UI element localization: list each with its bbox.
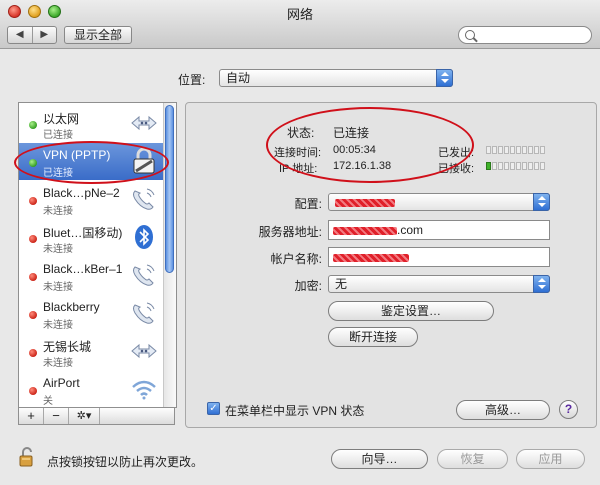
window-titlebar: 网络 ◀ ▶ 显示全部 xyxy=(0,0,600,49)
select-arrows-icon xyxy=(436,69,453,87)
config-label: 配置: xyxy=(294,197,322,211)
authentication-settings-button[interactable]: 鉴定设置… xyxy=(328,301,494,321)
phone-modem-icon xyxy=(129,299,159,327)
service-item[interactable]: AirPort 关 xyxy=(19,371,163,407)
account-name-label: 帐户名称: xyxy=(270,252,322,266)
select-arrows-icon xyxy=(533,275,550,293)
encryption-value: 无 xyxy=(335,277,348,291)
apply-button[interactable]: 应用 xyxy=(516,449,585,469)
service-name: Bluet…国移动) xyxy=(43,226,123,240)
service-status: 未连接 xyxy=(43,320,73,331)
server-address-field[interactable]: .com xyxy=(328,220,550,240)
encryption-label: 加密: xyxy=(294,279,322,293)
scrollbar-thumb[interactable] xyxy=(165,105,174,273)
service-item[interactable]: 无锡长城 未连接 xyxy=(19,333,163,370)
search-icon xyxy=(465,30,475,40)
server-address-label: 服务器地址: xyxy=(258,225,322,239)
add-service-button[interactable]: + xyxy=(19,408,44,424)
forward-button[interactable]: ▶ xyxy=(33,27,57,43)
redacted-account-text xyxy=(333,253,409,262)
status-dot-icon xyxy=(29,311,37,319)
service-item[interactable]: Bluet…国移动) 未连接 xyxy=(19,219,163,256)
status-dot-icon xyxy=(29,197,37,205)
received-meter xyxy=(486,162,546,170)
server-address-suffix: .com xyxy=(397,223,424,237)
advanced-button[interactable]: 高级… xyxy=(456,400,550,420)
service-item[interactable]: Black…kBer–1 未连接 xyxy=(19,257,163,294)
service-name: 以太网 xyxy=(43,112,80,126)
service-item[interactable]: Blackberry 未连接 xyxy=(19,295,163,332)
service-status: 已连接 xyxy=(43,130,73,141)
status-dot-icon xyxy=(29,121,37,129)
show-vpn-status-checkbox[interactable]: ✓ xyxy=(207,402,220,415)
location-label: 位置: xyxy=(178,73,206,87)
service-list-toolbar: + − ✲▾ xyxy=(18,407,175,425)
service-status: 关 xyxy=(43,396,53,407)
annotation-circle-vpn xyxy=(14,141,169,184)
unlocked-padlock-icon[interactable] xyxy=(19,447,35,467)
location-select[interactable]: 自动 xyxy=(219,69,453,87)
location-value: 自动 xyxy=(226,71,251,85)
phone-modem-icon xyxy=(129,185,159,213)
remove-service-button[interactable]: − xyxy=(44,408,69,424)
service-name: Black…pNe–2 xyxy=(43,186,120,200)
assist-me-button[interactable]: 向导… xyxy=(331,449,428,469)
service-name: AirPort xyxy=(43,376,80,390)
window-title: 网络 xyxy=(286,7,313,22)
redacted-config-value xyxy=(335,198,395,207)
select-arrows-icon xyxy=(533,193,550,211)
lock-hint-text: 点按锁按钮以防止再次更改。 xyxy=(47,455,204,469)
service-status: 未连接 xyxy=(43,206,73,217)
bluetooth-icon xyxy=(129,223,159,251)
show-vpn-status-label: 在菜单栏中显示 VPN 状态 xyxy=(225,404,365,418)
back-forward-control: ◀ ▶ xyxy=(7,26,57,44)
service-status: 未连接 xyxy=(43,282,73,293)
status-dot-icon xyxy=(29,235,37,243)
service-name: 无锡长城 xyxy=(43,340,92,354)
ethernet-arrows-icon xyxy=(129,337,159,365)
revert-button[interactable]: 恢复 xyxy=(437,449,508,469)
redacted-server-text xyxy=(333,226,397,235)
annotation-circle-status xyxy=(266,107,474,183)
status-dot-icon xyxy=(29,349,37,357)
ethernet-arrows-icon xyxy=(129,109,159,137)
service-list-scrollbar[interactable] xyxy=(163,103,176,407)
service-status: 未连接 xyxy=(43,358,73,369)
sent-meter xyxy=(486,146,546,154)
account-name-field[interactable] xyxy=(328,247,550,267)
status-dot-icon xyxy=(29,387,37,395)
service-item[interactable]: Black…pNe–2 未连接 xyxy=(19,181,163,218)
disconnect-button[interactable]: 断开连接 xyxy=(328,327,418,347)
service-name: Blackberry xyxy=(43,300,100,314)
encryption-select[interactable]: 无 xyxy=(328,275,550,293)
show-all-button[interactable]: 显示全部 xyxy=(64,26,132,44)
config-select[interactable] xyxy=(328,193,550,211)
help-button[interactable]: ? xyxy=(559,400,578,419)
phone-modem-icon xyxy=(129,261,159,289)
service-status: 未连接 xyxy=(43,244,73,255)
service-item[interactable]: 以太网 已连接 xyxy=(19,105,163,142)
back-button[interactable]: ◀ xyxy=(8,27,33,43)
service-name: Black…kBer–1 xyxy=(43,262,123,276)
search-field[interactable] xyxy=(458,26,592,44)
status-dot-icon xyxy=(29,273,37,281)
service-actions-gear-button[interactable]: ✲▾ xyxy=(69,408,100,424)
wifi-icon xyxy=(129,375,159,403)
